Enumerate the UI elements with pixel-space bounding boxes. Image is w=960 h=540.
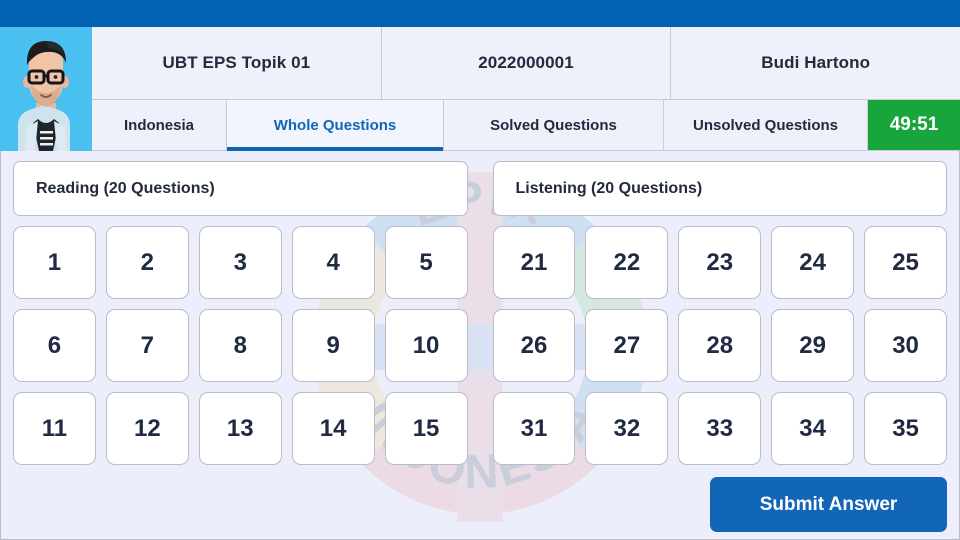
question-button[interactable]: 3 [198, 226, 282, 299]
avatar-image [0, 27, 92, 151]
question-button[interactable]: 26 [492, 309, 576, 382]
main-panel: EPIK INDONESIA Reading (20 Questions) Li… [0, 151, 960, 540]
question-button[interactable]: 35 [864, 392, 947, 465]
question-button[interactable]: 7 [105, 309, 189, 382]
question-button[interactable]: 25 [864, 226, 947, 299]
question-grid-reading: 1 2 3 4 5 6 7 8 9 10 11 12 13 14 15 [13, 226, 468, 465]
tab-whole-questions[interactable]: Whole Questions [227, 100, 444, 151]
question-button[interactable]: 14 [291, 392, 375, 465]
question-button[interactable]: 29 [771, 309, 855, 382]
top-blue-bar [0, 0, 960, 27]
question-button[interactable]: 28 [678, 309, 762, 382]
question-button[interactable]: 21 [492, 226, 576, 299]
question-button[interactable]: 1 [13, 226, 96, 299]
question-button[interactable]: 32 [585, 392, 669, 465]
countdown-timer: 49:51 [868, 100, 960, 150]
tab-bar: Indonesia Whole Questions Solved Questio… [92, 100, 960, 151]
question-grids: 1 2 3 4 5 6 7 8 9 10 11 12 13 14 15 21 2… [13, 226, 947, 465]
question-button[interactable]: 24 [771, 226, 855, 299]
question-button[interactable]: 12 [105, 392, 189, 465]
submit-answer-button[interactable]: Submit Answer [710, 477, 947, 532]
question-button[interactable]: 15 [384, 392, 468, 465]
exam-app-window: UBT EPS Topik 01 2022000001 Budi Hartono… [0, 0, 960, 540]
section-title-listening: Listening (20 Questions) [492, 161, 947, 216]
question-button[interactable]: 13 [198, 392, 282, 465]
tab-indonesia[interactable]: Indonesia [92, 100, 227, 150]
tab-unsolved-questions[interactable]: Unsolved Questions [664, 100, 868, 150]
question-button[interactable]: 6 [13, 309, 96, 382]
exam-info-row: UBT EPS Topik 01 2022000001 Budi Hartono [92, 27, 960, 100]
section-header-row: Reading (20 Questions) Listening (20 Que… [13, 161, 947, 216]
question-button[interactable]: 8 [198, 309, 282, 382]
header-right-panel: UBT EPS Topik 01 2022000001 Budi Hartono… [92, 27, 960, 151]
question-button[interactable]: 5 [384, 226, 468, 299]
question-button[interactable]: 34 [771, 392, 855, 465]
exam-title: UBT EPS Topik 01 [92, 27, 382, 99]
question-button[interactable]: 33 [678, 392, 762, 465]
question-grid-listening: 21 22 23 24 25 26 27 28 29 30 31 32 33 3… [492, 226, 947, 465]
exam-header: UBT EPS Topik 01 2022000001 Budi Hartono… [0, 27, 960, 151]
question-button[interactable]: 27 [585, 309, 669, 382]
registration-number: 2022000001 [382, 27, 672, 99]
question-button[interactable]: 22 [585, 226, 669, 299]
section-title-reading: Reading (20 Questions) [13, 161, 468, 216]
question-button[interactable]: 10 [384, 309, 468, 382]
candidate-name: Budi Hartono [761, 53, 871, 72]
tab-solved-questions[interactable]: Solved Questions [444, 100, 664, 150]
question-button[interactable]: 2 [105, 226, 189, 299]
submit-row: Submit Answer [13, 477, 947, 532]
questions-content: Reading (20 Questions) Listening (20 Que… [1, 151, 959, 539]
question-button[interactable]: 30 [864, 309, 947, 382]
question-button[interactable]: 4 [291, 226, 375, 299]
question-button[interactable]: 11 [13, 392, 96, 465]
question-button[interactable]: 9 [291, 309, 375, 382]
question-button[interactable]: 31 [492, 392, 576, 465]
question-button[interactable]: 23 [678, 226, 762, 299]
avatar [0, 27, 92, 151]
